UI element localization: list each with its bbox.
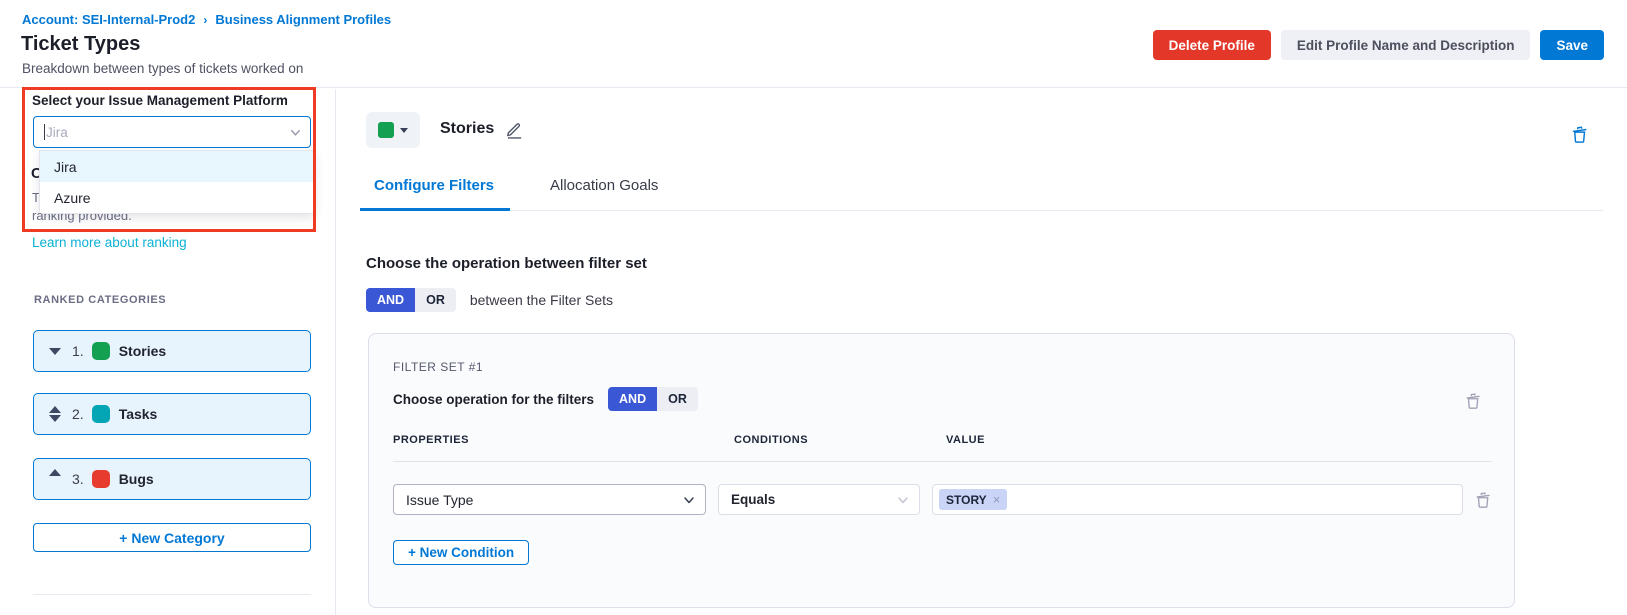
category-color-dot: [92, 470, 110, 488]
chevron-down-icon: [289, 126, 302, 139]
platform-option-azure[interactable]: Azure: [40, 182, 314, 213]
save-button[interactable]: Save: [1540, 30, 1604, 60]
sidebar: Select your Issue Management Platform Ji…: [0, 89, 336, 615]
or-toggle-option[interactable]: OR: [657, 387, 698, 411]
edit-profile-button[interactable]: Edit Profile Name and Description: [1281, 30, 1531, 60]
platform-dropdown-menu: Jira Azure: [39, 150, 315, 214]
tab-bar: Configure Filters Allocation Goals: [374, 177, 658, 194]
platform-option-jira[interactable]: Jira: [40, 151, 314, 182]
tabs-divider: [360, 210, 1603, 211]
text-cursor: [44, 124, 45, 140]
breadcrumb-separator-icon: ›: [203, 13, 207, 27]
ranked-categories-label: RANKED CATEGORIES: [34, 294, 166, 306]
category-name: Tasks: [119, 406, 158, 422]
operation-caption: between the Filter Sets: [470, 292, 613, 308]
value-multiselect-input[interactable]: STORY ×: [932, 484, 1463, 515]
filter-header-divider: [393, 461, 1492, 462]
sort-up-down-icon[interactable]: [48, 406, 62, 422]
condition-select-value: Equals: [731, 492, 775, 507]
delete-category-trash-icon[interactable]: [1570, 125, 1589, 144]
remove-tag-icon[interactable]: ×: [993, 492, 1001, 507]
caret-down-icon: [400, 128, 408, 133]
filters-operation-label: Choose operation for the filters: [393, 392, 594, 407]
page-header: Account: SEI-Internal-Prod2 › Business A…: [0, 0, 1627, 88]
learn-more-ranking-link[interactable]: Learn more about ranking: [32, 235, 187, 250]
filter-set-card: FILTER SET #1 Choose operation for the f…: [368, 333, 1515, 608]
chevron-down-icon: [682, 493, 696, 507]
filter-set-operation-row: AND OR between the Filter Sets: [366, 288, 613, 312]
delete-filter-set-trash-icon[interactable]: [1464, 392, 1482, 410]
category-rank: 2.: [72, 406, 84, 422]
active-tab-indicator: [360, 208, 510, 211]
platform-input-placeholder: Jira: [46, 125, 68, 140]
edit-pencil-icon[interactable]: [505, 120, 524, 139]
tab-allocation-goals[interactable]: Allocation Goals: [550, 177, 658, 194]
property-select-value: Issue Type: [406, 492, 473, 508]
condition-select[interactable]: Equals: [718, 484, 920, 515]
filter-sets-and-or-toggle: AND OR: [366, 288, 456, 312]
filter-set-operation-heading: Choose the operation between filter set: [366, 255, 647, 272]
and-toggle-option[interactable]: AND: [366, 288, 415, 312]
category-name: Bugs: [119, 471, 154, 487]
delete-condition-trash-icon[interactable]: [1474, 491, 1492, 509]
value-tag-label: STORY: [946, 493, 987, 507]
color-swatch: [378, 122, 394, 138]
category-card-tasks[interactable]: 2. Tasks: [33, 393, 311, 435]
new-category-button[interactable]: + New Category: [33, 523, 311, 552]
breadcrumb-account-link[interactable]: Account: SEI-Internal-Prod2: [22, 12, 195, 27]
main-panel: Stories Configure Filters Allocation Goa…: [336, 89, 1627, 615]
tab-configure-filters[interactable]: Configure Filters: [374, 177, 494, 194]
page-title: Ticket Types: [21, 33, 140, 56]
page-subtitle: Breakdown between types of tickets worke…: [22, 61, 303, 76]
sidebar-divider: [33, 594, 311, 595]
filter-set-title: FILTER SET #1: [393, 360, 483, 374]
and-toggle-option[interactable]: AND: [608, 387, 657, 411]
or-toggle-option[interactable]: OR: [415, 288, 456, 312]
sort-down-icon[interactable]: [48, 348, 62, 355]
category-color-dot: [92, 405, 110, 423]
category-color-picker[interactable]: [366, 112, 420, 148]
category-color-dot: [92, 342, 110, 360]
value-column-header: VALUE: [932, 434, 1492, 446]
ticket-types-page: Account: SEI-Internal-Prod2 › Business A…: [0, 0, 1627, 615]
breadcrumb-section-link[interactable]: Business Alignment Profiles: [215, 12, 391, 27]
properties-column-header: PROPERTIES: [393, 434, 706, 446]
breadcrumb: Account: SEI-Internal-Prod2 › Business A…: [22, 12, 391, 27]
category-card-stories[interactable]: 1. Stories: [33, 330, 311, 372]
chevron-down-icon: [896, 493, 910, 507]
new-condition-button[interactable]: + New Condition: [393, 540, 529, 565]
conditions-column-header: CONDITIONS: [718, 434, 920, 446]
category-name: Stories: [119, 343, 166, 359]
filter-columns-header: PROPERTIES CONDITIONS VALUE: [393, 434, 1492, 446]
filters-and-or-toggle: AND OR: [608, 387, 698, 411]
value-tag-story: STORY ×: [939, 489, 1007, 510]
property-select[interactable]: Issue Type: [393, 484, 706, 515]
platform-select-label: Select your Issue Management Platform: [32, 93, 288, 108]
header-actions: Delete Profile Edit Profile Name and Des…: [1153, 30, 1604, 60]
delete-profile-button[interactable]: Delete Profile: [1153, 30, 1271, 60]
category-title: Stories: [440, 120, 494, 138]
category-card-bugs[interactable]: 3. Bugs: [33, 458, 311, 500]
condition-row: Issue Type Equals STORY ×: [393, 484, 1492, 515]
category-rank: 3.: [72, 471, 84, 487]
filters-operation-row: Choose operation for the filters AND OR: [393, 387, 698, 411]
platform-select-input[interactable]: Jira: [33, 116, 311, 148]
sort-up-icon[interactable]: [48, 469, 62, 476]
category-rank: 1.: [72, 343, 84, 359]
